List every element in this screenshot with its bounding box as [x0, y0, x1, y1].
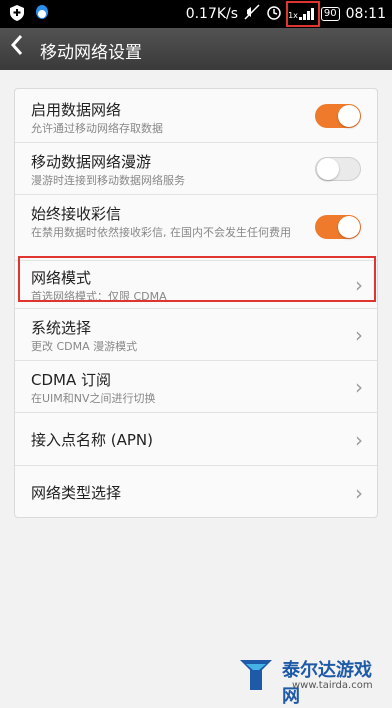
chevron-right-icon: ›: [355, 481, 363, 505]
setting-subtitle: 更改 CDMA 漫游模式: [31, 340, 138, 353]
setting-network-type[interactable]: 网络类型选择 ›: [15, 466, 377, 517]
setting-subtitle: 允许通过移动网络存取数据: [31, 122, 163, 135]
setting-title: 启用数据网络: [31, 101, 122, 119]
watermark-logo-icon: [240, 660, 272, 690]
setting-enable-data[interactable]: 启用数据网络 允许通过移动网络存取数据: [15, 89, 377, 143]
setting-title: 接入点名称 (APN): [31, 431, 154, 449]
setting-system-select[interactable]: 系统选择 更改 CDMA 漫游模式 ›: [15, 309, 377, 361]
always-mms-toggle[interactable]: [315, 215, 361, 239]
data-roaming-toggle[interactable]: [315, 157, 361, 181]
status-bar: 0.17K/s 1x 90 08:11: [0, 0, 392, 28]
network-mode-highlight-box: [18, 256, 376, 302]
chevron-right-icon: ›: [355, 428, 363, 452]
setting-always-mms[interactable]: 始终接收彩信 在禁用数据时依然接收彩信, 在国内不会发生任何费用: [15, 195, 377, 261]
page-title: 移动网络设置: [40, 43, 142, 63]
setting-title: 系统选择: [31, 319, 92, 337]
setting-subtitle: 漫游时连接到移动数据网络服务: [31, 174, 185, 187]
back-arrow-icon[interactable]: [10, 34, 24, 62]
battery-indicator: 90: [320, 7, 340, 21]
chevron-right-icon: ›: [355, 375, 363, 399]
setting-title: 移动数据网络漫游: [31, 153, 152, 171]
network-speed: 0.17K/s: [185, 6, 239, 22]
watermark-url: www.tairda.com: [292, 680, 373, 691]
setting-title: 网络类型选择: [31, 484, 122, 502]
settings-card: 启用数据网络 允许通过移动网络存取数据 移动数据网络漫游 漫游时连接到移动数据网…: [14, 88, 378, 518]
setting-title: CDMA 订阅: [31, 371, 111, 389]
setting-apn[interactable]: 接入点名称 (APN) ›: [15, 413, 377, 466]
setting-data-roaming[interactable]: 移动数据网络漫游 漫游时连接到移动数据网络服务: [15, 143, 377, 195]
toggle-knob: [338, 216, 360, 238]
toggle-knob: [338, 105, 360, 127]
toggle-knob: [317, 158, 339, 180]
app-bar: 移动网络设置: [0, 28, 392, 70]
enable-data-toggle[interactable]: [315, 104, 361, 128]
setting-subtitle: 在禁用数据时依然接收彩信, 在国内不会发生任何费用: [31, 226, 291, 239]
setting-cdma-subscription[interactable]: CDMA 订阅 在UIM和NV之间进行切换 ›: [15, 361, 377, 413]
clock: 08:11: [345, 6, 386, 22]
qq-icon: [34, 4, 50, 26]
signal-highlight-box: [286, 1, 320, 27]
chevron-right-icon: ›: [355, 323, 363, 347]
setting-title: 始终接收彩信: [31, 205, 122, 223]
mute-icon: [244, 4, 260, 24]
alarm-icon: [266, 4, 282, 24]
setting-subtitle: 在UIM和NV之间进行切换: [31, 392, 156, 405]
shield-icon: [10, 5, 24, 25]
site-watermark: 泰尔达游戏网 www.tairda.com: [236, 654, 386, 707]
